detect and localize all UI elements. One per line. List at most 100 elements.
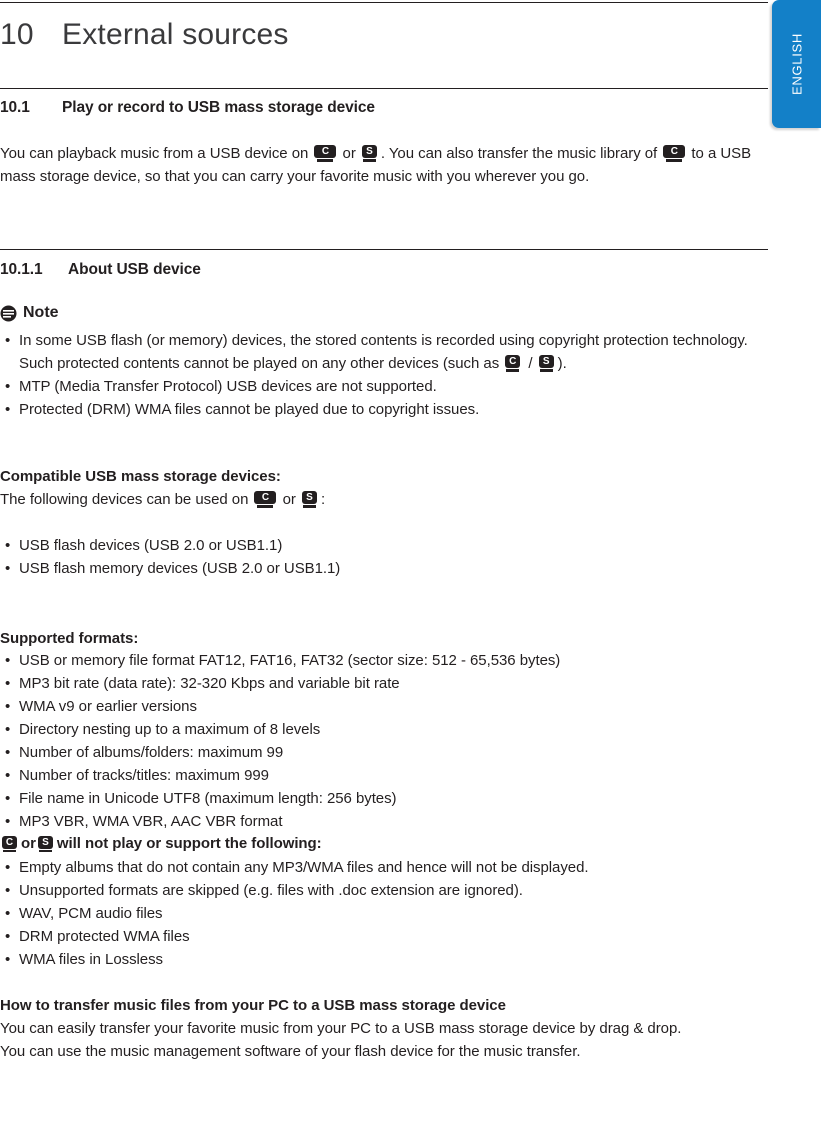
format-item-3: Directory nesting up to a maximum of 8 l… <box>19 721 321 738</box>
bullet-glyph: • <box>5 675 11 692</box>
section-rule <box>0 88 768 89</box>
supported-formats-heading: Supported formats: <box>0 630 139 647</box>
intro-paragraph: You can playback music from a USB device… <box>0 142 768 188</box>
device-icon-c-4-base <box>257 505 274 508</box>
not-supported-heading: C or S will not play or support the foll… <box>0 832 768 855</box>
compatible-subline: The following devices can be used on C o… <box>0 488 768 511</box>
list-item: • Unsupported formats are skipped (e.g. f… <box>0 879 768 902</box>
device-icon-c-2-letter: C <box>663 145 686 158</box>
top-rule <box>0 2 768 3</box>
not-supported-after: will not play or support the following: <box>56 835 322 852</box>
device-icon-c-5: C <box>2 835 19 852</box>
chapter-title: External sources <box>62 18 289 51</box>
intro-text-1: You can playback music from a USB device… <box>0 145 313 162</box>
list-item: • WMA files in Lossless <box>0 948 768 971</box>
device-icon-s-4-base <box>38 849 52 852</box>
compatible-item-1: USB flash memory devices (USB 2.0 or USB… <box>19 560 341 577</box>
section-heading: 10.1 Play or record to USB mass storage … <box>0 98 375 117</box>
chapter-number: 10 <box>0 18 34 51</box>
list-item: • Number of albums/folders: maximum 99 <box>0 741 768 764</box>
device-icon-c-2: C <box>663 145 686 162</box>
section-number: 10.1 <box>0 99 30 116</box>
bullet-glyph: • <box>5 951 11 968</box>
transfer-heading-part2: to a <box>288 997 324 1014</box>
bullet-glyph: • <box>5 537 11 554</box>
device-icon-s-letter: S <box>361 145 377 158</box>
not-supported-item-3: DRM protected WMA files <box>19 928 190 945</box>
device-icon-c-4-letter: C <box>254 491 277 504</box>
device-icon-s-base <box>362 159 376 162</box>
device-icon-c-letter: C <box>314 145 337 158</box>
transfer-heading-part1: How to transfer music files from your <box>0 997 269 1014</box>
list-item: • Empty albums that do not contain any MP… <box>0 856 768 879</box>
subsection-title-part2: device <box>148 261 201 278</box>
list-item: • USB flash devices (USB 2.0 or USB1.1) <box>0 534 768 557</box>
note-bullet-1-text: MTP (Media Transfer Protocol) USB device… <box>19 378 437 395</box>
transfer-paragraph-1: You can easily transfer your favorite mu… <box>0 1020 682 1037</box>
subsection-number: 10.1.1 <box>0 261 43 278</box>
device-icon-c-2-base <box>666 159 683 162</box>
device-icon-s-3-letter: S <box>301 491 317 504</box>
device-icon-s-3-base <box>302 505 316 508</box>
subsection-title-bold: USB <box>116 261 149 278</box>
bullet-glyph: • <box>5 652 11 669</box>
compatible-heading: Compatible USB mass storage devices: <box>0 465 768 488</box>
compatible-line-after: : <box>320 491 326 508</box>
device-icon-c-5-letter: C <box>2 835 17 849</box>
list-item: • Protected (DRM) WMA files cannot be pla… <box>0 398 768 421</box>
transfer-paragraph-2: You can use the music management softwar… <box>0 1043 581 1060</box>
list-item: • WMA v9 or earlier versions <box>0 695 768 718</box>
subsection-rule <box>0 249 768 250</box>
device-icon-s-2-letter: S <box>538 355 554 368</box>
note-bullet-0-text: In some USB flash (or memory) devices, t… <box>19 332 748 372</box>
list-item: • File name in Unicode UTF8 (maximum leng… <box>0 787 768 810</box>
intro-text-3: . You can also transfer the music librar… <box>380 145 662 162</box>
section-title-bold: USB <box>187 99 221 116</box>
device-icon-c-3: C <box>505 355 522 372</box>
format-item-7: MP3 VBR, WMA VBR, AAC VBR format <box>19 813 283 830</box>
list-item: • Number of tracks/titles: maximum 999 <box>0 764 768 787</box>
transfer-heading-bold1: PC <box>268 997 289 1014</box>
list-item: • In some USB flash (or memory) devices, … <box>0 329 768 375</box>
not-supported-mid: or <box>21 835 36 852</box>
bullet-glyph: • <box>5 928 11 945</box>
device-icon-c-3-base <box>506 369 520 372</box>
compatible-heading-part2: mass storage devices: <box>116 468 281 485</box>
note-bullet-list: • In some USB flash (or memory) devices, … <box>0 329 768 421</box>
bullet-glyph: • <box>5 790 11 807</box>
note-heading: Note <box>0 303 59 323</box>
section-title-part2: mass storage device <box>220 99 375 116</box>
transfer-heading-bold2: USB <box>323 997 356 1014</box>
bullet-glyph: • <box>5 859 11 876</box>
intro-text-2: or <box>338 145 360 162</box>
transfer-heading: How to transfer music files from your PC… <box>0 994 768 1017</box>
bullet-glyph: • <box>5 401 11 418</box>
not-supported-item-4: WMA files in Lossless <box>19 951 163 968</box>
device-icon-s: S <box>361 145 379 162</box>
format-item-1: MP3 bit rate (data rate): 32-320 Kbps an… <box>19 675 400 692</box>
compatible-heading-part1: Compatible <box>0 468 86 485</box>
not-supported-item-2: WAV, PCM audio files <box>19 905 163 922</box>
supported-formats-list: • USB or memory file format FAT12, FAT16,… <box>0 649 768 833</box>
note-bullet-2-text: Protected (DRM) WMA files cannot be play… <box>19 401 480 418</box>
bullet-glyph: • <box>5 744 11 761</box>
format-item-5: Number of tracks/titles: maximum 999 <box>19 767 269 784</box>
note-label: Note <box>23 304 59 321</box>
bullet-glyph: • <box>5 560 11 577</box>
list-item: • USB or memory file format FAT12, FAT16,… <box>0 649 768 672</box>
device-icon-c-base <box>317 159 334 162</box>
transfer-heading-part3: mass storage device <box>355 997 506 1014</box>
list-item: • WAV, PCM audio files <box>0 902 768 925</box>
bullet-glyph: • <box>5 905 11 922</box>
device-icon-s-2: S <box>538 355 556 372</box>
device-icon-c: C <box>314 145 337 162</box>
bullet-glyph: • <box>5 698 11 715</box>
device-icon-s-4-letter: S <box>37 835 53 849</box>
compatible-line-before: The following devices can be used on <box>0 491 253 508</box>
bullet-glyph: • <box>5 332 11 349</box>
note-bullet-0-after: ). <box>557 355 567 372</box>
list-item: • MP3 bit rate (data rate): 32-320 Kbps a… <box>0 672 768 695</box>
device-icon-c-4: C <box>254 491 277 508</box>
chapter-heading: 10 External sources <box>0 18 289 52</box>
device-icon-s-3: S <box>301 491 319 508</box>
